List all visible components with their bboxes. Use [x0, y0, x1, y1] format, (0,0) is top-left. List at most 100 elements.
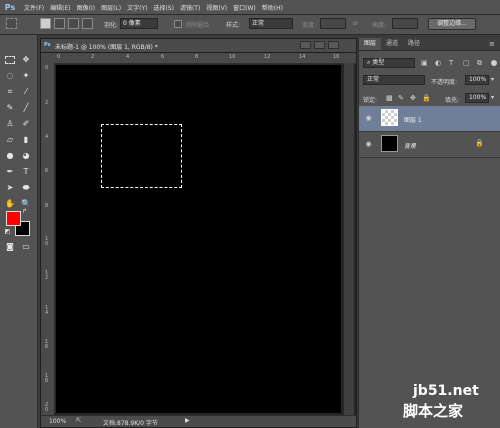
- vertical-scrollbar[interactable]: [344, 63, 354, 415]
- lock-position-icon[interactable]: ✥: [410, 94, 416, 102]
- layer-row-layer-1[interactable]: ◉ 图层 1: [359, 106, 500, 132]
- width-input[interactable]: [320, 18, 346, 29]
- opacity-input[interactable]: 100%: [465, 75, 489, 85]
- new-selection-icon[interactable]: [40, 18, 51, 29]
- move-tool-icon[interactable]: ✥: [19, 53, 33, 66]
- filter-adjustment-icon[interactable]: ◐: [435, 59, 441, 67]
- filter-shape-icon[interactable]: ▢: [463, 59, 470, 67]
- add-to-selection-icon[interactable]: [54, 18, 65, 29]
- layer-row-background[interactable]: ◉ 背景 🔒: [359, 132, 500, 158]
- filter-pixel-icon[interactable]: ▣: [421, 59, 428, 67]
- ruler-label: 8: [45, 203, 49, 209]
- gradient-tool-icon[interactable]: ▮: [19, 133, 33, 146]
- ellipse-tool-icon[interactable]: ⬬: [19, 181, 33, 194]
- swap-colors-icon[interactable]: ↱: [20, 207, 29, 216]
- lock-all-icon[interactable]: 🔒: [422, 94, 431, 102]
- ruler-label: 12: [264, 54, 271, 60]
- blend-mode-select[interactable]: 正常: [363, 75, 425, 85]
- layers-panel: 图层 通道 路径 ≡ ⌕ 类型 ▣ ◐ T ▢ ⧉ 正常 不透明度: 100% …: [358, 38, 500, 428]
- zoom-level[interactable]: 100%: [49, 418, 66, 425]
- layer-name[interactable]: 图层 1: [404, 115, 422, 124]
- healing-brush-tool-icon[interactable]: ✎: [3, 101, 17, 114]
- menu-file[interactable]: 文件(F): [24, 3, 44, 12]
- lasso-tool-icon[interactable]: ◌: [3, 69, 17, 82]
- foreground-color-front[interactable]: [6, 211, 21, 226]
- antialias-checkbox[interactable]: [174, 20, 182, 28]
- status-menu-arrow-icon[interactable]: ▶: [185, 417, 190, 424]
- type-tool-icon[interactable]: T: [19, 165, 33, 178]
- ruler-label: 0: [57, 54, 61, 60]
- hand-tool-icon[interactable]: ✋: [3, 197, 17, 210]
- maximize-icon[interactable]: [314, 41, 325, 49]
- blur-tool-icon[interactable]: ●: [3, 149, 17, 162]
- filter-smart-object-icon[interactable]: ⧉: [477, 59, 482, 68]
- share-icon[interactable]: ⇱: [76, 417, 81, 424]
- menu-view[interactable]: 视图(V): [206, 3, 227, 12]
- ruler-label: 1 4: [45, 305, 49, 316]
- menu-type[interactable]: 文字(Y): [127, 3, 147, 12]
- eyedropper-tool-icon[interactable]: ⁄: [19, 85, 33, 98]
- menu-layer[interactable]: 图层(L): [101, 3, 121, 12]
- pen-tool-icon[interactable]: ✒: [3, 165, 17, 178]
- layer-thumbnail-black: [381, 135, 398, 152]
- visibility-eye-icon[interactable]: ◉: [364, 140, 373, 149]
- close-icon[interactable]: [328, 41, 339, 49]
- ruler-label: 16: [333, 54, 340, 60]
- screen-mode-icon[interactable]: ▭: [19, 240, 33, 253]
- minimize-icon[interactable]: [300, 41, 311, 49]
- tab-channels[interactable]: 通道: [381, 38, 403, 50]
- eraser-tool-icon[interactable]: ▱: [3, 133, 17, 146]
- refine-edge-button[interactable]: 调整边缘...: [428, 18, 476, 30]
- ruler-label: 1 0: [45, 236, 49, 247]
- swap-icon[interactable]: ⇄: [353, 20, 358, 27]
- tab-paths[interactable]: 路径: [403, 38, 425, 50]
- style-label: 样式:: [226, 22, 241, 29]
- layer-thumbnail-transparent: [381, 109, 398, 126]
- marquee-tool-icon[interactable]: [3, 53, 17, 66]
- antialias-label: 消除锯齿: [185, 22, 210, 29]
- menu-select[interactable]: 选择(S): [153, 3, 174, 12]
- filter-type-icon[interactable]: T: [449, 59, 453, 67]
- watermark-site-name: 脚本之家: [403, 402, 464, 420]
- subtract-selection-icon[interactable]: [68, 18, 79, 29]
- magic-wand-tool-icon[interactable]: ✦: [19, 69, 33, 82]
- clone-stamp-tool-icon[interactable]: ♙: [3, 117, 17, 130]
- options-bar: 羽化: 0 像素 消除锯齿 样式: 正常 宽度: ⇄ 高度: 调整边缘...: [0, 15, 500, 35]
- menu-window[interactable]: 窗口(W): [233, 3, 256, 12]
- menu-edit[interactable]: 编辑(E): [50, 3, 70, 12]
- history-brush-tool-icon[interactable]: ✐: [19, 117, 33, 130]
- rectangular-selection[interactable]: [101, 124, 182, 188]
- filter-toggle-icon[interactable]: [491, 60, 497, 66]
- brush-tool-icon[interactable]: ╱: [19, 101, 33, 114]
- tab-layers[interactable]: 图层: [359, 38, 382, 50]
- feather-label: 羽化:: [104, 22, 119, 29]
- menu-image[interactable]: 图像(I): [77, 3, 95, 12]
- document-title: 未标题-1 @ 100% (图层 1, RGB/8) *: [55, 44, 158, 51]
- width-label: 宽度:: [302, 22, 317, 29]
- layer-filter-select[interactable]: ⌕ 类型: [363, 58, 415, 68]
- default-colors-icon[interactable]: ◩: [3, 227, 12, 236]
- intersect-selection-icon[interactable]: [82, 18, 93, 29]
- menu-filter[interactable]: 滤镜(T): [180, 3, 200, 12]
- quick-mask-icon[interactable]: ◙: [3, 240, 17, 253]
- dodge-tool-icon[interactable]: ◕: [19, 149, 33, 162]
- fill-dropdown-icon[interactable]: ▾: [491, 94, 494, 101]
- document-tab[interactable]: Ps 未标题-1 @ 100% (图层 1, RGB/8) *: [41, 39, 356, 53]
- fill-input[interactable]: 100%: [465, 93, 489, 103]
- marquee-tool-preset-icon[interactable]: [6, 18, 17, 29]
- lock-transparency-icon[interactable]: ▩: [386, 94, 393, 102]
- canvas[interactable]: [56, 65, 341, 413]
- opacity-dropdown-icon[interactable]: ▾: [491, 76, 494, 83]
- style-select[interactable]: 正常: [249, 18, 293, 29]
- ruler-label: 1 6: [45, 339, 49, 350]
- document-window: Ps 未标题-1 @ 100% (图层 1, RGB/8) * 0 2 4 6 …: [40, 38, 357, 428]
- lock-image-icon[interactable]: ✎: [398, 94, 404, 102]
- path-selection-tool-icon[interactable]: ➤: [3, 181, 17, 194]
- crop-tool-icon[interactable]: ⌗: [3, 85, 17, 98]
- panel-menu-icon[interactable]: ≡: [489, 40, 495, 48]
- menu-help[interactable]: 帮助(H): [262, 3, 283, 12]
- visibility-eye-icon[interactable]: ◉: [364, 114, 373, 123]
- layer-name[interactable]: 背景: [404, 141, 416, 150]
- height-input[interactable]: [392, 18, 418, 29]
- feather-input[interactable]: 0 像素: [120, 18, 158, 29]
